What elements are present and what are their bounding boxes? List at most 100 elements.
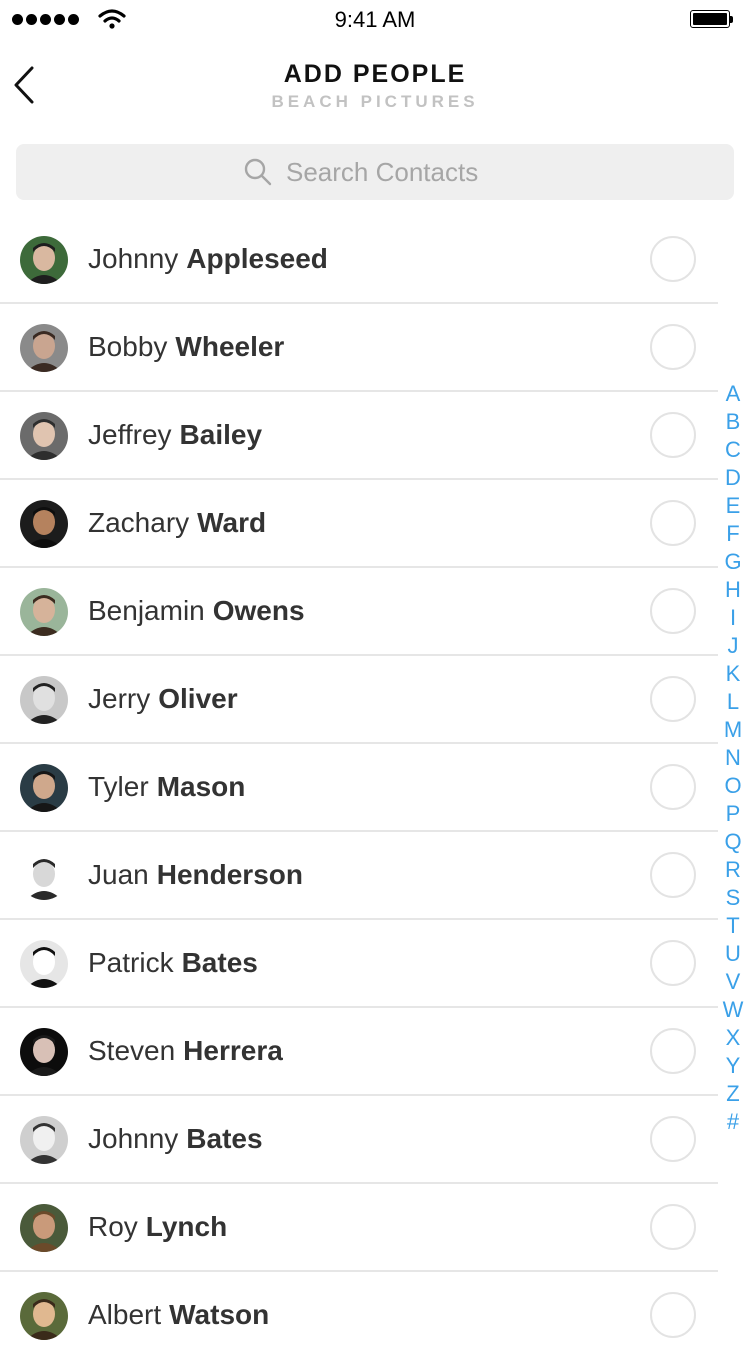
index-letter[interactable]: O — [718, 772, 748, 800]
contact-row[interactable]: Steven Herrera — [0, 1008, 718, 1096]
select-checkbox[interactable] — [650, 588, 696, 634]
contact-last-name: Mason — [156, 771, 246, 802]
contact-row[interactable]: Johnny Bates — [0, 1096, 718, 1184]
contact-row[interactable]: Zachary Ward — [0, 480, 718, 568]
select-checkbox[interactable] — [650, 1292, 696, 1338]
contact-first-name: Bobby — [88, 331, 168, 362]
index-letter[interactable]: T — [718, 912, 748, 940]
select-checkbox[interactable] — [650, 1116, 696, 1162]
index-letter[interactable]: Z — [718, 1080, 748, 1108]
contact-first-name: Johnny — [88, 1123, 179, 1154]
contact-name: Johnny Appleseed — [88, 243, 328, 275]
select-checkbox[interactable] — [650, 676, 696, 722]
avatar — [20, 500, 68, 548]
contact-row[interactable]: Benjamin Owens — [0, 568, 718, 656]
avatar — [20, 412, 68, 460]
avatar — [20, 764, 68, 812]
contact-row[interactable]: Juan Henderson — [0, 832, 718, 920]
contact-name: Jerry Oliver — [88, 683, 238, 715]
contact-row[interactable]: Bobby Wheeler — [0, 304, 718, 392]
contact-first-name: Patrick — [88, 947, 174, 978]
index-letter[interactable]: L — [718, 688, 748, 716]
contact-last-name: Henderson — [156, 859, 303, 890]
index-letter[interactable]: C — [718, 436, 748, 464]
index-letter[interactable]: M — [718, 716, 748, 744]
index-letter[interactable]: N — [718, 744, 748, 772]
contact-first-name: Steven — [88, 1035, 176, 1066]
page-title: ADD PEOPLE — [283, 60, 467, 88]
contact-first-name: Jerry — [88, 683, 151, 714]
select-checkbox[interactable] — [650, 1204, 696, 1250]
search-bar[interactable] — [16, 144, 734, 200]
index-letter[interactable]: I — [718, 604, 748, 632]
select-checkbox[interactable] — [650, 500, 696, 546]
contact-first-name: Zachary — [88, 507, 190, 538]
contact-row[interactable]: Roy Lynch — [0, 1184, 718, 1272]
avatar — [20, 1204, 68, 1252]
index-letter[interactable]: Q — [718, 828, 748, 856]
avatar — [20, 676, 68, 724]
battery-icon — [690, 10, 734, 30]
index-letter[interactable]: X — [718, 1024, 748, 1052]
contact-name: Patrick Bates — [88, 947, 258, 979]
avatar — [20, 236, 68, 284]
avatar — [20, 852, 68, 900]
search-input[interactable] — [286, 156, 506, 188]
select-checkbox[interactable] — [650, 764, 696, 810]
contact-name: Juan Henderson — [88, 859, 303, 891]
contact-first-name: Roy — [88, 1211, 138, 1242]
contact-last-name: Watson — [169, 1299, 270, 1330]
index-letter[interactable]: P — [718, 800, 748, 828]
avatar — [20, 1292, 68, 1340]
index-letter[interactable]: # — [718, 1108, 748, 1136]
contact-row[interactable]: Tyler Mason — [0, 744, 718, 832]
contact-name: Tyler Mason — [88, 771, 245, 803]
index-letter[interactable]: F — [718, 520, 748, 548]
index-letter[interactable]: J — [718, 632, 748, 660]
index-letter[interactable]: B — [718, 408, 748, 436]
index-letter[interactable]: R — [718, 856, 748, 884]
avatar — [20, 940, 68, 988]
contact-first-name: Benjamin — [88, 595, 205, 626]
contact-row[interactable]: Patrick Bates — [0, 920, 718, 1008]
contact-last-name: Appleseed — [186, 243, 328, 274]
index-letter[interactable]: H — [718, 576, 748, 604]
contact-row[interactable]: Jeffrey Bailey — [0, 392, 718, 480]
select-checkbox[interactable] — [650, 940, 696, 986]
index-letter[interactable]: S — [718, 884, 748, 912]
index-letter[interactable]: A — [718, 380, 748, 408]
index-letter[interactable]: G — [718, 548, 748, 576]
contact-name: Steven Herrera — [88, 1035, 283, 1067]
select-checkbox[interactable] — [650, 324, 696, 370]
contact-first-name: Jeffrey — [88, 419, 172, 450]
contact-name: Albert Watson — [88, 1299, 269, 1331]
select-checkbox[interactable] — [650, 412, 696, 458]
index-letter[interactable]: D — [718, 464, 748, 492]
index-letter[interactable]: E — [718, 492, 748, 520]
select-checkbox[interactable] — [650, 852, 696, 898]
contact-first-name: Johnny — [88, 243, 179, 274]
contact-row[interactable]: Johnny Appleseed — [0, 216, 718, 304]
index-letter[interactable]: Y — [718, 1052, 748, 1080]
contact-row[interactable]: Albert Watson — [0, 1272, 718, 1360]
contact-row[interactable]: Jerry Oliver — [0, 656, 718, 744]
contact-last-name: Oliver — [158, 683, 238, 714]
index-letter[interactable]: K — [718, 660, 748, 688]
contact-last-name: Lynch — [145, 1211, 228, 1242]
index-letter[interactable]: V — [718, 968, 748, 996]
avatar — [20, 324, 68, 372]
alphabet-index[interactable]: A B C D E F G H I J K L M N O P Q R S T U V W X Y Z # — [718, 380, 748, 1136]
contact-name: Jeffrey Bailey — [88, 419, 262, 451]
contact-name: Roy Lynch — [88, 1211, 227, 1243]
contact-last-name: Herrera — [183, 1035, 283, 1066]
index-letter[interactable]: W — [718, 996, 748, 1024]
select-checkbox[interactable] — [650, 1028, 696, 1074]
avatar — [20, 1028, 68, 1076]
contact-name: Zachary Ward — [88, 507, 266, 539]
select-checkbox[interactable] — [650, 236, 696, 282]
index-letter[interactable]: U — [718, 940, 748, 968]
contact-name: Bobby Wheeler — [88, 331, 284, 363]
status-bar: 9:41 AM — [0, 0, 750, 40]
contact-last-name: Owens — [212, 595, 305, 626]
contact-list: Johnny Appleseed Bobby Wheeler Jeffrey Bailey… — [0, 216, 718, 1360]
